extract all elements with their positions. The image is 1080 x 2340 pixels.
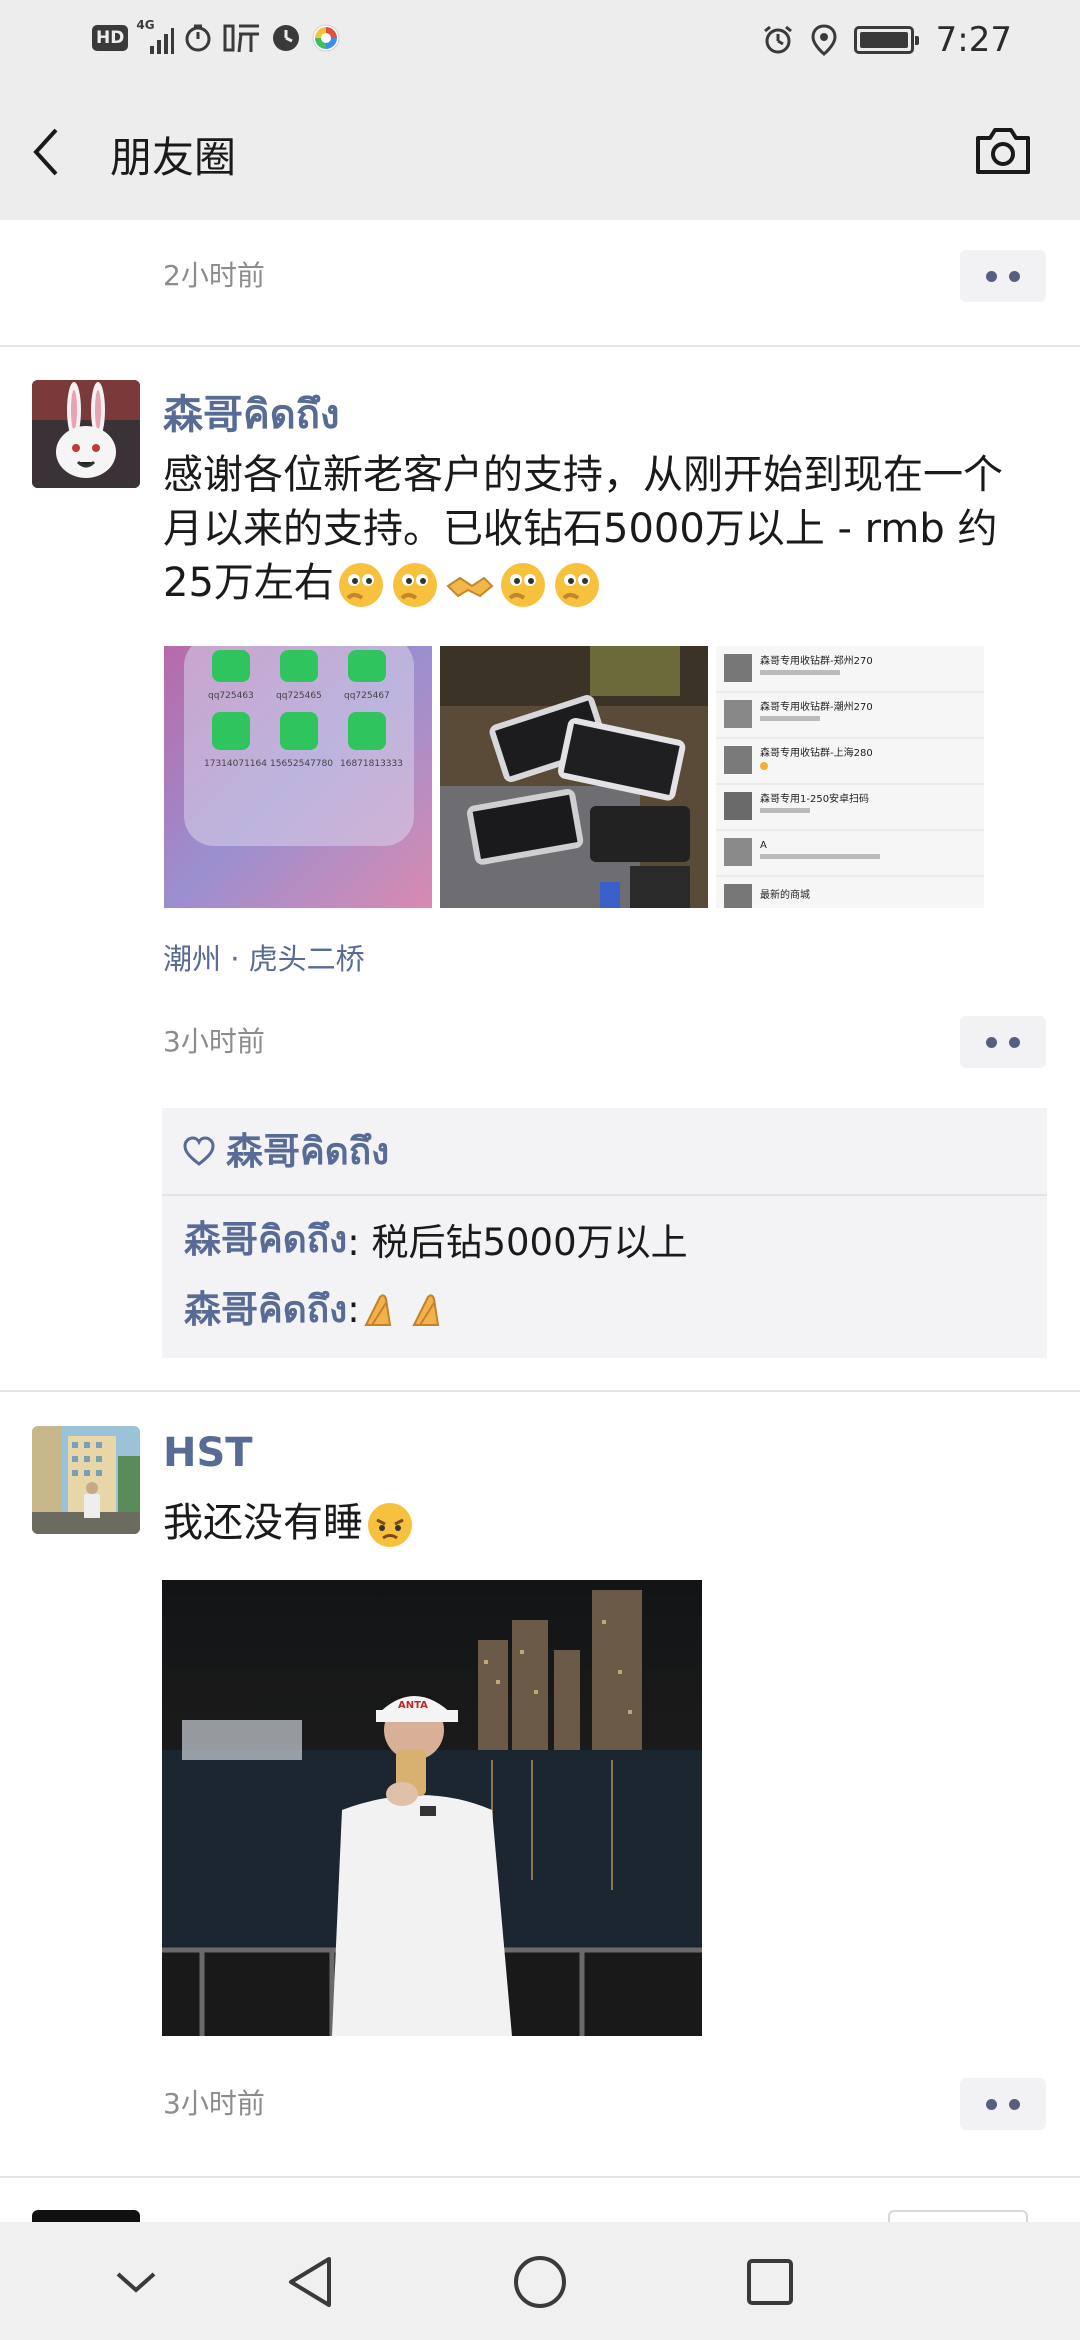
chevron-left-icon bbox=[33, 128, 58, 176]
collapse-button[interactable] bbox=[106, 2252, 166, 2312]
person-building-avatar-image bbox=[32, 1426, 140, 1534]
thumb-label: 最新的商城 bbox=[760, 888, 810, 901]
phones-on-table-image bbox=[440, 646, 708, 908]
recents-square-icon bbox=[747, 2259, 793, 2305]
post-time: 3小时前 bbox=[163, 1025, 265, 1058]
thumb-label: 森哥专用收钻群-潮州270 bbox=[760, 700, 873, 713]
comment-text: : bbox=[347, 1287, 360, 1331]
chat-list-screenshot-image: 森哥专用收钻群-郑州270 森哥专用收钻群-潮州270 森哥专用收钻群-上海28… bbox=[716, 646, 984, 908]
post-image-thumbnail[interactable] bbox=[440, 646, 708, 908]
network-type: 4G bbox=[136, 18, 155, 32]
thumb-label: 森哥专用1-250安卓扫码 bbox=[760, 792, 869, 805]
system-home-button[interactable] bbox=[510, 2252, 570, 2312]
likes-row: 森哥คิดถึง bbox=[162, 1108, 1047, 1196]
cap-logo-text: ANTA bbox=[398, 1700, 428, 1711]
post-divider bbox=[0, 1390, 1080, 1392]
home-circle-icon bbox=[514, 2256, 566, 2308]
clock-app-icon bbox=[270, 22, 302, 54]
post-image-thumbnail[interactable]: qq725463 qq725465 qq725467 17314071164 1… bbox=[164, 646, 432, 908]
post-location[interactable]: 潮州 · 虎头二桥 bbox=[163, 936, 365, 978]
thinking-emoji-icon bbox=[496, 558, 550, 612]
collapse-icon bbox=[116, 2272, 156, 2293]
post-more-button[interactable] bbox=[960, 1016, 1046, 1068]
comment-text: : 税后钻5000万以上 bbox=[347, 1221, 688, 1264]
thumb-label: A bbox=[760, 840, 767, 851]
post-time: 3小时前 bbox=[163, 2087, 265, 2120]
thumb-label: qq725465 bbox=[276, 691, 322, 701]
signal-icon: 4G bbox=[136, 18, 175, 54]
post-time: 2小时前 bbox=[163, 259, 265, 292]
clap-emoji-icon bbox=[408, 1285, 456, 1333]
thinking-emoji-icon bbox=[550, 558, 604, 612]
post-image[interactable]: ANTA bbox=[162, 1580, 702, 2036]
thinking-emoji-icon bbox=[334, 558, 388, 612]
avatar[interactable] bbox=[32, 380, 140, 488]
post-divider bbox=[0, 345, 1080, 347]
handshake-emoji-icon bbox=[442, 558, 496, 612]
camera-button[interactable] bbox=[972, 122, 1034, 180]
comment-row[interactable]: 森哥คิดถึง : bbox=[162, 1274, 1047, 1344]
post-text: 感谢各位新老客户的支持，从刚开始到现在一个月以来的支持。已收钻石5000万以上 … bbox=[163, 448, 1023, 612]
status-left-icons: HD 4G bbox=[92, 18, 342, 54]
thumb-label: qq725463 bbox=[208, 691, 254, 701]
comment-row[interactable]: 森哥คิดถึง : 税后钻5000万以上 bbox=[162, 1204, 1047, 1274]
comment-author[interactable]: 森哥คิดถึง bbox=[184, 1279, 347, 1339]
listen-app-icon bbox=[222, 22, 262, 54]
thumb-label: 16871813333 bbox=[340, 759, 403, 769]
wechat-apps-screenshot-image: qq725463 qq725465 qq725467 17314071164 1… bbox=[164, 646, 432, 908]
alarm-icon bbox=[762, 24, 794, 56]
thumb-label: 17314071164 bbox=[204, 759, 267, 769]
post-text-content: 我还没有睡 bbox=[163, 1500, 363, 1546]
thumb-label: 森哥专用收钻群-郑州270 bbox=[760, 654, 873, 667]
location-icon bbox=[808, 24, 840, 56]
heart-icon bbox=[183, 1136, 215, 1166]
top-navigation: 朋友圈 bbox=[0, 84, 1080, 220]
pleading-emoji-icon bbox=[363, 1498, 417, 1552]
status-bar: HD 4G 7:27 bbox=[0, 0, 1080, 84]
thumb-label: 森哥专用收钻群-上海280 bbox=[760, 746, 873, 759]
clock-time: 7:27 bbox=[935, 20, 1012, 60]
system-recents-button[interactable] bbox=[740, 2252, 800, 2312]
page-title: 朋友圈 bbox=[110, 133, 237, 182]
post-author[interactable]: 森哥คิดถึง bbox=[163, 382, 339, 446]
hd-badge: HD bbox=[92, 25, 129, 51]
avatar[interactable] bbox=[32, 1426, 140, 1534]
system-navigation-bar bbox=[0, 2222, 1080, 2340]
status-right-icons: 7:27 bbox=[762, 20, 1012, 60]
battery-icon bbox=[853, 26, 919, 54]
back-triangle-icon bbox=[289, 2257, 331, 2307]
camera-icon bbox=[976, 128, 1030, 174]
thumb-label: qq725467 bbox=[344, 691, 390, 701]
post-image-thumbnail[interactable]: 森哥专用收钻群-郑州270 森哥专用收钻群-潮州270 森哥专用收钻群-上海28… bbox=[716, 646, 984, 908]
comment-author[interactable]: 森哥คิดถึง bbox=[184, 1209, 347, 1269]
back-button[interactable] bbox=[30, 122, 80, 182]
system-back-button[interactable] bbox=[280, 2252, 340, 2312]
post-more-button[interactable] bbox=[960, 250, 1046, 302]
night-harbor-photo-image: ANTA bbox=[162, 1580, 702, 2036]
post-divider bbox=[0, 2176, 1080, 2178]
like-user-name[interactable]: 森哥คิดถึง bbox=[226, 1121, 389, 1181]
post-more-button[interactable] bbox=[960, 2078, 1046, 2130]
post-author[interactable]: HST bbox=[163, 1430, 253, 1476]
clap-emoji-icon bbox=[360, 1285, 408, 1333]
app-logo-icon bbox=[310, 22, 342, 54]
post-text: 我还没有睡 bbox=[163, 1496, 1023, 1552]
timer-icon bbox=[182, 22, 214, 54]
thumb-label: 15652547780 bbox=[270, 759, 333, 769]
likes-comments-box: 森哥คิดถึง 森哥คิดถึง : 税后钻5000万以上 森哥คิดถึง … bbox=[162, 1108, 1047, 1358]
thinking-emoji-icon bbox=[388, 558, 442, 612]
bunny-avatar-image bbox=[32, 380, 140, 488]
